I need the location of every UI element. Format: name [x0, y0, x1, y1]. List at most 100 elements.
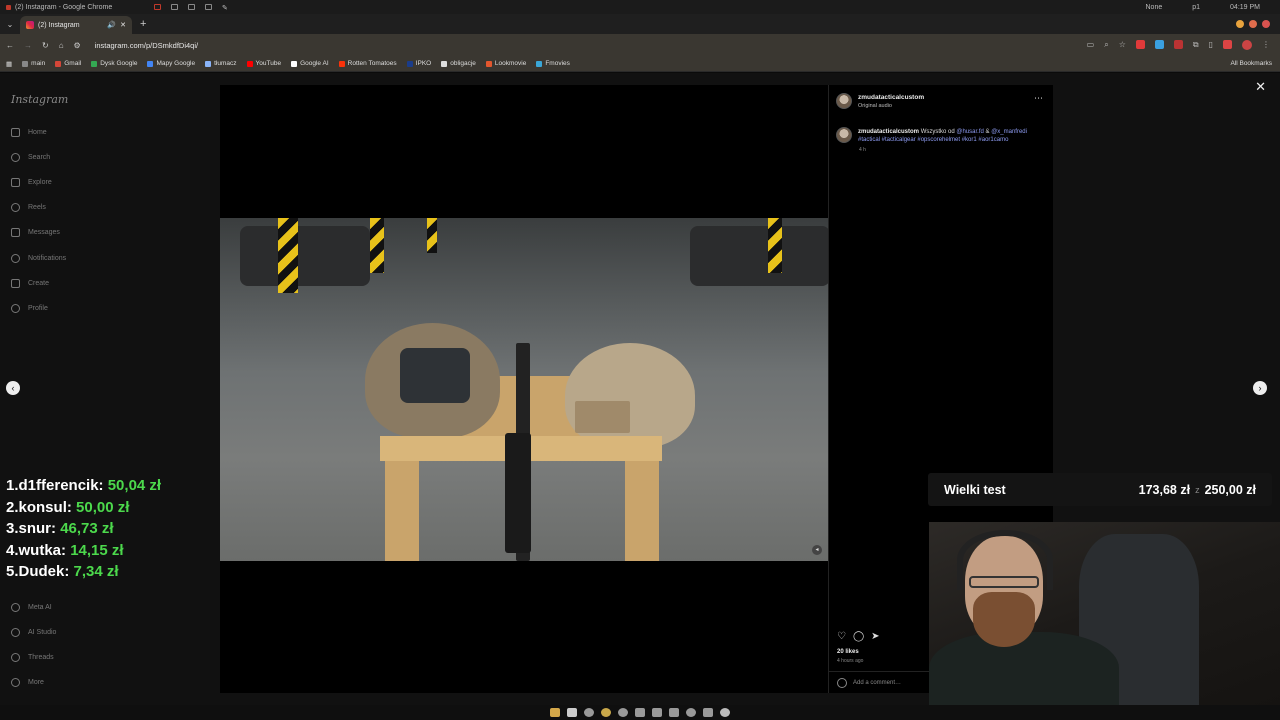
bookmark-item[interactable]: Dysk Google — [91, 60, 137, 67]
emoji-icon[interactable] — [837, 677, 847, 688]
workspace-icon[interactable] — [205, 4, 212, 10]
terminal-icon[interactable] — [567, 708, 577, 717]
bookmark-star-icon[interactable]: ☆ — [1119, 40, 1126, 50]
home-icon[interactable]: ⌂ — [59, 41, 64, 50]
bookmark-item[interactable]: Rotten Tomatoes — [338, 60, 397, 67]
sidebar-item-more[interactable]: More — [11, 678, 44, 687]
bookmark-item[interactable]: Fmovies — [536, 60, 570, 67]
app-icon[interactable] — [618, 708, 628, 717]
bookmark-item[interactable]: YouTube — [246, 60, 281, 67]
bookmark-item[interactable]: Gmail — [55, 60, 81, 67]
new-tab-button[interactable]: + — [140, 18, 146, 30]
zoom-icon[interactable]: ⌕ — [1104, 40, 1108, 50]
bookmark-item[interactable]: Mapy Google — [147, 60, 195, 67]
profile-avatar[interactable] — [1242, 40, 1252, 50]
bookmark-item[interactable]: Lookmovie — [485, 60, 526, 67]
status-user[interactable]: None — [1146, 4, 1163, 11]
files-icon[interactable] — [550, 708, 560, 717]
minimize-button[interactable] — [1236, 20, 1244, 28]
sidepanel-icon[interactable]: ▯ — [1209, 40, 1213, 50]
extension-icon[interactable] — [1135, 40, 1145, 49]
browser-tab[interactable]: (2) Instagram 🔊 ✕ — [20, 16, 132, 34]
comment-input[interactable]: Add a comment… — [853, 680, 901, 686]
close-icon[interactable]: ✕ — [1255, 79, 1266, 95]
reload-icon[interactable]: ↻ — [42, 41, 49, 50]
site-info-icon[interactable]: ⚙ — [74, 41, 81, 50]
author-avatar[interactable] — [836, 93, 852, 109]
all-bookmarks[interactable]: All Bookmarks — [1230, 60, 1280, 67]
tab-title: (2) Instagram — [38, 21, 80, 29]
chrome-icon[interactable] — [601, 708, 611, 717]
status-p[interactable]: p1 — [1192, 4, 1200, 11]
apps-grid-icon[interactable]: ▦ — [6, 60, 12, 68]
extension-icon[interactable] — [1173, 40, 1183, 49]
sidebar-item-notifications[interactable]: Notifications — [11, 254, 66, 263]
back-icon[interactable]: ← — [6, 41, 14, 50]
sidebar-item-search[interactable]: Search — [11, 153, 50, 162]
mention-link[interactable]: @husar.fd — [956, 129, 983, 135]
forward-icon[interactable]: → — [24, 41, 32, 50]
mute-icon[interactable]: ◂ — [812, 545, 822, 555]
leaderboard-rank: 4. — [6, 541, 19, 559]
instagram-logo[interactable]: Instagram — [11, 93, 68, 106]
bookmark-label: tłumacz — [214, 60, 237, 67]
mention-link[interactable]: @x_manfredi — [991, 129, 1027, 135]
reel-video[interactable]: ◂ — [220, 218, 828, 561]
bookmark-item[interactable]: IPKO — [406, 60, 431, 67]
maximize-button[interactable] — [1249, 20, 1257, 28]
sidebar-item-reels[interactable]: Reels — [11, 203, 46, 212]
sidebar-item-explore[interactable]: Explore — [11, 178, 52, 187]
steam-icon[interactable] — [652, 708, 662, 717]
caption-avatar[interactable] — [836, 127, 852, 143]
menu-kebab-icon[interactable]: ⋮ — [1262, 40, 1270, 50]
hashtags[interactable]: #tactical #tacticalgear #opscorehelmet #… — [858, 137, 1008, 143]
app-icon[interactable] — [669, 708, 679, 717]
bookmark-item[interactable]: tłumacz — [205, 60, 237, 67]
sidebar-item-ai-studio[interactable]: AI Studio — [11, 628, 56, 637]
speaker-icon[interactable]: 🔊 — [107, 21, 116, 29]
caption-username[interactable]: zmudatacticalcustom — [858, 129, 919, 135]
heart-icon[interactable]: ♡ — [837, 631, 846, 642]
webcam-overlay — [929, 522, 1280, 705]
leaderboard-name: wutka: — [18, 541, 67, 559]
app-icon[interactable] — [584, 708, 594, 717]
workspace-icon[interactable] — [154, 4, 161, 10]
extensions-puzzle-icon[interactable]: ⧉ — [1193, 40, 1199, 50]
address-bar[interactable]: instagram.com/p/DSmkdfDi4qi/ — [95, 41, 198, 50]
next-post-arrow-icon[interactable]: › — [1253, 381, 1267, 395]
comment-icon[interactable]: ◯ — [853, 631, 864, 642]
sidebar-item-meta-ai[interactable]: Meta AI — [11, 603, 52, 612]
close-window-button[interactable] — [1262, 20, 1270, 28]
bookmark-item[interactable]: obligacje — [441, 60, 476, 67]
sidebar-item-home[interactable]: Home — [11, 128, 47, 137]
reel-video-area[interactable]: ◂ — [220, 85, 828, 693]
app-icon[interactable] — [686, 708, 696, 717]
bookmark-item[interactable]: Google AI — [291, 60, 329, 67]
extension-icon[interactable] — [1154, 40, 1164, 49]
likes-count[interactable]: 20 likes — [837, 649, 859, 655]
more-options-icon[interactable]: ⋯ — [1034, 93, 1043, 104]
sidebar-item-create[interactable]: Create — [11, 279, 49, 288]
author-username[interactable]: zmudatacticalcustom — [858, 94, 924, 101]
extension-icon[interactable] — [1223, 40, 1232, 49]
app-icon[interactable] — [703, 708, 713, 717]
workspace-icon[interactable] — [188, 4, 195, 10]
sidebar-item-label: Meta AI — [28, 604, 52, 611]
prev-post-arrow-icon[interactable]: ‹ — [6, 381, 20, 395]
cast-icon[interactable]: ▭ — [1087, 40, 1095, 50]
bookmark-item[interactable]: main — [22, 60, 45, 67]
sidebar-item-profile[interactable]: Profile — [11, 304, 48, 313]
pencil-icon[interactable]: ✎ — [222, 4, 229, 12]
share-icon[interactable]: ➤ — [871, 631, 879, 642]
discord-icon[interactable] — [635, 708, 645, 717]
audio-label[interactable]: Original audio — [858, 103, 892, 109]
workspace-icon[interactable] — [171, 4, 178, 10]
tab-search-icon[interactable]: ⌄ — [0, 20, 20, 29]
post-actions: ♡ ◯ ➤ — [837, 631, 880, 642]
sidebar-item-threads[interactable]: Threads — [11, 653, 54, 662]
close-tab-icon[interactable]: ✕ — [120, 21, 126, 29]
sidebar-item-label: Create — [28, 280, 50, 287]
app-icon[interactable] — [720, 708, 730, 717]
sidebar-item-messages[interactable]: Messages — [11, 228, 60, 237]
webcam-body — [929, 632, 1119, 705]
